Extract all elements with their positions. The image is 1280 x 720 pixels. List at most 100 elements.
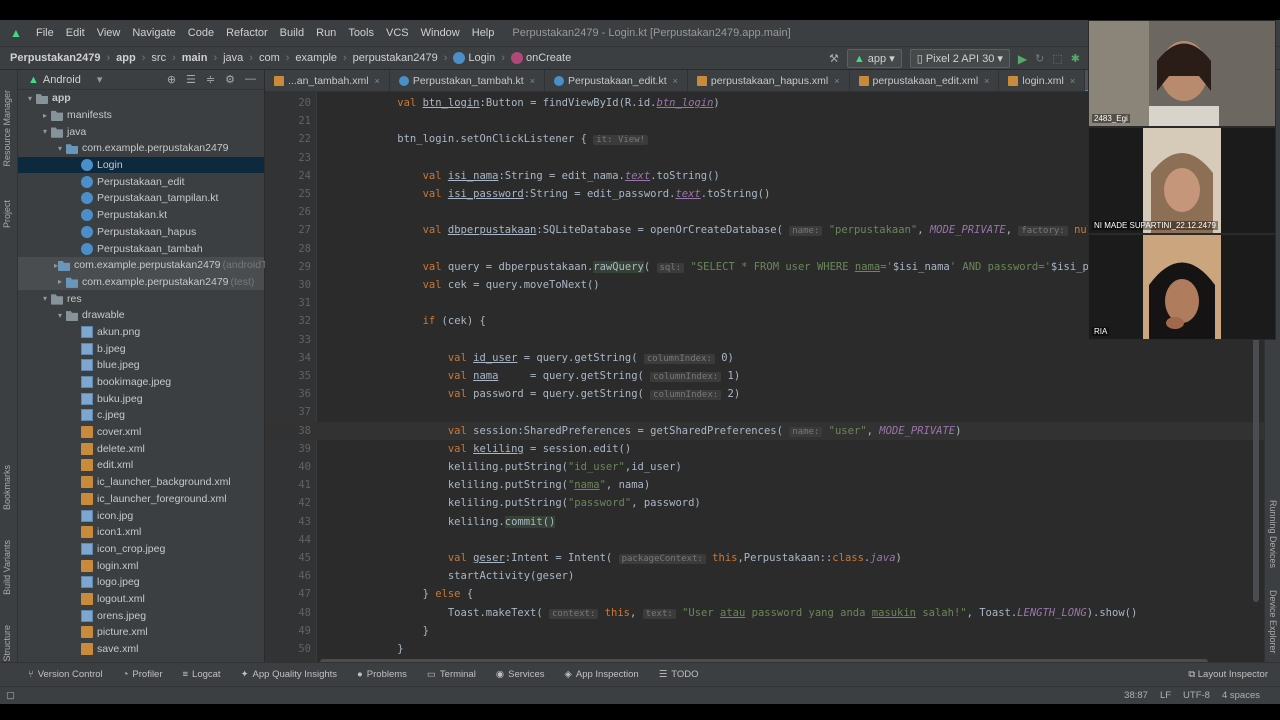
chevron-down-icon[interactable]: ▾ xyxy=(39,294,51,303)
device-select[interactable]: ▯ Pixel 2 API 30 ▾ xyxy=(909,49,1010,68)
running-devices-tab[interactable]: Running Devices xyxy=(1268,500,1278,568)
editor-tab[interactable]: Perpustakaan_edit.kt × xyxy=(545,70,688,91)
tree-item[interactable]: logo.jpeg xyxy=(18,574,264,591)
code-line[interactable]: 42 keliling.putString("password", passwo… xyxy=(265,494,1265,512)
breadcrumb-method[interactable]: onCreate xyxy=(507,52,575,65)
indent-setting[interactable]: 4 spaces xyxy=(1222,690,1260,701)
bottom-tool-logcat[interactable]: ≡ Logcat xyxy=(173,669,231,680)
menu-navigate[interactable]: Navigate xyxy=(126,27,181,39)
chevron-down-icon[interactable]: ▾ xyxy=(54,311,66,320)
menu-file[interactable]: File xyxy=(30,27,60,39)
debug-icon[interactable]: ⬚ xyxy=(1052,52,1062,65)
menu-view[interactable]: View xyxy=(91,27,127,39)
tree-item[interactable]: ▾ com.example.perpustakan2479 xyxy=(18,140,264,157)
tree-item[interactable]: b.jpeg xyxy=(18,340,264,357)
tree-item[interactable]: ic_launcher_foreground.xml xyxy=(18,491,264,508)
tree-item[interactable]: icon.jpg xyxy=(18,507,264,524)
project-view-select[interactable]: Android xyxy=(43,74,81,86)
tree-item[interactable]: ▾ res xyxy=(18,290,264,307)
tree-item[interactable]: save.xml xyxy=(18,641,264,658)
tree-item[interactable]: Perpustakan.kt xyxy=(18,207,264,224)
tree-item[interactable]: icon1.xml xyxy=(18,524,264,541)
breadcrumb-class[interactable]: Login xyxy=(449,52,499,65)
tree-item[interactable]: ▾ drawable xyxy=(18,307,264,324)
tree-item[interactable]: ▸ com.example.perpustakan2479 (androidTest… xyxy=(18,256,284,274)
chevron-right-icon[interactable]: ▸ xyxy=(54,277,66,286)
tree-item[interactable]: edit.xml xyxy=(18,457,264,474)
code-line[interactable]: 39 val keliling = session.edit() xyxy=(265,440,1265,458)
bottom-tool-terminal[interactable]: ▭ Terminal xyxy=(417,669,486,680)
layout-inspector-button[interactable]: ⧉ Layout Inspector xyxy=(1188,669,1268,680)
caret-position[interactable]: 38:87 xyxy=(1124,690,1148,701)
code-line[interactable]: 38 val session:SharedPreferences = getSh… xyxy=(265,421,1265,440)
tree-item[interactable]: login.xml xyxy=(18,557,264,574)
tree-item[interactable]: Perpustakaan_tampilan.kt xyxy=(18,190,264,207)
tree-item[interactable]: Perpustakaan_tambah xyxy=(18,240,264,257)
tree-item[interactable]: ▾ app xyxy=(18,90,264,107)
minimize-icon[interactable]: — xyxy=(245,73,256,86)
menu-refactor[interactable]: Refactor xyxy=(220,27,274,39)
code-line[interactable]: 47 } else { xyxy=(265,585,1265,603)
bottom-tool-profiler[interactable]: ◔ Profiler xyxy=(113,669,173,680)
tree-item[interactable]: Perpustakaan_edit xyxy=(18,173,264,190)
menu-edit[interactable]: Edit xyxy=(60,27,91,39)
tree-item[interactable]: blue.jpeg xyxy=(18,357,264,374)
breadcrumb-com[interactable]: com xyxy=(255,52,284,64)
menu-help[interactable]: Help xyxy=(466,27,501,39)
tree-item[interactable]: ▾ java xyxy=(18,123,264,140)
breadcrumb-example[interactable]: example xyxy=(291,52,341,64)
code-line[interactable]: 44 xyxy=(265,531,1265,549)
bottom-tool-version-control[interactable]: ⑂ Version Control xyxy=(18,669,113,680)
menu-build[interactable]: Build xyxy=(274,27,310,39)
tree-item[interactable]: c.jpeg xyxy=(18,407,264,424)
file-encoding[interactable]: UTF-8 xyxy=(1183,690,1210,701)
close-icon[interactable]: × xyxy=(1070,76,1075,86)
breadcrumb-module[interactable]: app xyxy=(112,52,140,64)
breadcrumb-main[interactable]: main xyxy=(178,52,212,64)
tree-item[interactable]: Login xyxy=(18,156,264,174)
tree-item[interactable]: akun.png xyxy=(18,324,264,341)
tree-item[interactable]: cover.xml xyxy=(18,424,264,441)
chevron-down-icon[interactable]: ▾ xyxy=(24,94,36,103)
tree-item[interactable]: orens.jpeg xyxy=(18,607,264,624)
code-line[interactable]: 46 startActivity(geser) xyxy=(265,567,1265,585)
editor-tab[interactable]: perpustakaan_hapus.xml × xyxy=(688,70,850,91)
editor-tab[interactable]: ...an_tambah.xml × xyxy=(265,70,390,91)
chevron-down-icon[interactable]: ▾ xyxy=(54,144,66,153)
code-line[interactable]: 35 val nama = query.getString( columnInd… xyxy=(265,367,1265,385)
menu-vcs[interactable]: VCS xyxy=(380,27,415,39)
rerun-icon[interactable]: ↻ xyxy=(1035,52,1044,65)
code-line[interactable]: 48 Toast.makeText( context: this, text: … xyxy=(265,604,1265,622)
tree-item[interactable]: logout.xml xyxy=(18,591,264,608)
run-icon[interactable]: ▶ xyxy=(1018,52,1027,66)
bottom-tool-todo[interactable]: ☰ TODO xyxy=(649,669,709,680)
close-icon[interactable]: × xyxy=(530,76,535,86)
menu-run[interactable]: Run xyxy=(310,27,342,39)
chevron-right-icon[interactable]: ▸ xyxy=(39,111,51,120)
tree-item[interactable]: Perpustakaan_hapus xyxy=(18,224,264,241)
code-line[interactable]: 45 val geser:Intent = Intent( packageCon… xyxy=(265,549,1265,567)
code-line[interactable]: 40 keliling.putString("id_user",id_user) xyxy=(265,458,1265,476)
menu-tools[interactable]: Tools xyxy=(342,27,380,39)
code-line[interactable]: 36 val password = query.getString( colum… xyxy=(265,385,1265,403)
tree-item[interactable]: icon_crop.jpeg xyxy=(18,541,264,558)
close-icon[interactable]: × xyxy=(375,76,380,86)
resource-manager-tab[interactable]: Resource Manager xyxy=(2,90,12,167)
structure-tab[interactable]: Structure xyxy=(2,625,12,662)
bottom-tool-app-inspection[interactable]: ◈ App Inspection xyxy=(555,669,649,680)
breadcrumb-src[interactable]: src xyxy=(147,52,170,64)
code-line[interactable]: 41 keliling.putString("nama", nama) xyxy=(265,476,1265,494)
editor-tab[interactable]: perpustakaan_edit.xml × xyxy=(850,70,1000,91)
close-icon[interactable]: × xyxy=(834,76,839,86)
tree-item[interactable]: ic_launcher_background.xml xyxy=(18,474,264,491)
hammer-icon[interactable]: ⚒ xyxy=(829,52,839,65)
bug-icon[interactable]: ✱ xyxy=(1071,52,1080,65)
line-separator[interactable]: LF xyxy=(1160,690,1171,701)
bottom-tool-services[interactable]: ◉ Services xyxy=(486,669,555,680)
tree-item[interactable]: ▸ manifests xyxy=(18,107,264,124)
close-icon[interactable]: × xyxy=(673,76,678,86)
collapse-all-icon[interactable]: ☰ xyxy=(186,73,196,86)
menu-window[interactable]: Window xyxy=(415,27,466,39)
code-line[interactable]: 37 xyxy=(265,403,1265,421)
code-line[interactable]: 50 } xyxy=(265,640,1265,658)
